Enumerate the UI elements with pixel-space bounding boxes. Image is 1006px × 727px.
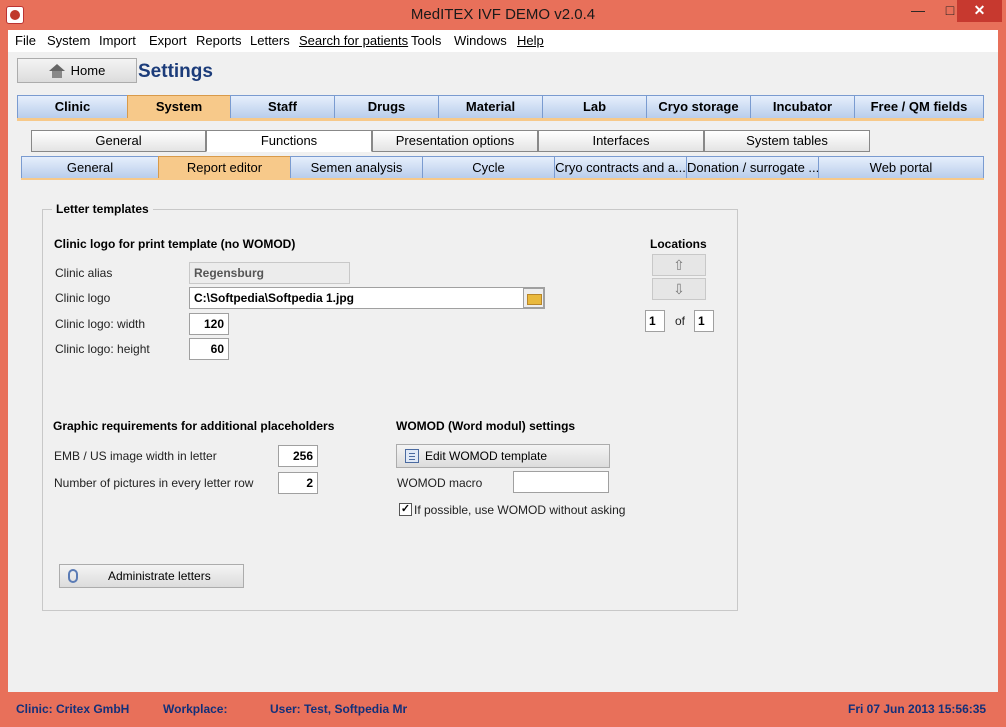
location-down-button[interactable]: ⇩ [652, 278, 706, 300]
tab-interfaces[interactable]: Interfaces [538, 130, 704, 152]
tab-general[interactable]: General [31, 130, 206, 152]
logo-section-title: Clinic logo for print template (no WOMOD… [54, 237, 296, 251]
edit-womod-template-label: Edit WOMOD template [425, 449, 548, 463]
womod-without-asking-checkbox[interactable]: ✓ [399, 503, 412, 516]
pictures-per-row-label: Number of pictures in every letter row [54, 476, 254, 490]
location-up-button[interactable]: ⇧ [652, 254, 706, 276]
administrate-letters-button[interactable]: Administrate letters [59, 564, 244, 588]
tab-general-functions[interactable]: General [21, 156, 159, 179]
locations-title: Locations [650, 237, 707, 251]
paperclip-icon [68, 569, 78, 583]
tab-drugs[interactable]: Drugs [334, 95, 439, 119]
home-button-label: Home [70, 63, 106, 78]
menu-search-for-patients[interactable]: Search for patients [299, 33, 408, 48]
womod-macro-label: WOMOD macro [397, 476, 483, 490]
location-current-field[interactable]: 1 [645, 310, 665, 332]
menu-export[interactable]: Export [149, 33, 187, 48]
status-user: User: Test, Softpedia Mr [270, 702, 408, 716]
tab-clinic[interactable]: Clinic [17, 95, 128, 119]
menu-system[interactable]: System [47, 33, 90, 48]
main-tab-bar: Clinic System Staff Drugs Material Lab C… [17, 95, 984, 119]
tab-presentation-options[interactable]: Presentation options [372, 130, 538, 152]
clinic-alias-field: Regensburg [189, 262, 350, 284]
logo-height-field[interactable]: 60 [189, 338, 229, 360]
emb-width-label: EMB / US image width in letter [54, 449, 217, 463]
status-datetime: Fri 07 Jun 2013 15:56:35 [848, 702, 987, 716]
tab-web-portal[interactable]: Web portal [818, 156, 984, 179]
tab-cycle[interactable]: Cycle [422, 156, 555, 179]
status-workplace: Workplace: [163, 702, 228, 716]
menu-help[interactable]: Help [517, 33, 544, 48]
status-bar: Clinic: Critex GmbH Workplace: User: Tes… [8, 692, 998, 720]
tab-material[interactable]: Material [438, 95, 543, 119]
pictures-per-row-field[interactable]: 2 [278, 472, 318, 494]
home-icon [48, 63, 65, 78]
letter-templates-title: Letter templates [52, 202, 153, 216]
client-area: Home Settings Clinic System Staff Drugs … [8, 52, 998, 692]
tab-free-qm-fields[interactable]: Free / QM fields [854, 95, 984, 119]
app-window: MedITEX IVF DEMO v2.0.4 — □ ✕ File Syste… [0, 0, 1006, 727]
page-title: Settings [138, 61, 213, 82]
letter-templates-group [42, 209, 738, 611]
close-button[interactable]: ✕ [957, 0, 1002, 22]
tab-functions[interactable]: Functions [206, 130, 372, 152]
emb-width-field[interactable]: 256 [278, 445, 318, 467]
status-clinic: Clinic: Critex GmbH [16, 702, 130, 716]
tab-staff[interactable]: Staff [230, 95, 335, 119]
graphic-requirements-title: Graphic requirements for additional plac… [53, 419, 335, 433]
tab-semen-analysis[interactable]: Semen analysis [290, 156, 423, 179]
tab-cryo-storage[interactable]: Cryo storage [646, 95, 751, 119]
womod-without-asking-label: If possible, use WOMOD without asking [414, 503, 626, 517]
tab-cryo-contracts[interactable]: Cryo contracts and a... [554, 156, 687, 179]
minimize-button[interactable]: — [902, 0, 934, 22]
logo-height-label: Clinic logo: height [55, 342, 150, 356]
edit-womod-template-button[interactable]: Edit WOMOD template [396, 444, 610, 468]
browse-folder-icon[interactable] [523, 288, 544, 308]
clinic-logo-label: Clinic logo [55, 291, 111, 305]
tab-report-editor[interactable]: Report editor [158, 156, 291, 179]
tab-donation-surrogate[interactable]: Donation / surrogate ... [686, 156, 819, 179]
menu-letters[interactable]: Letters [250, 33, 290, 48]
window-title: MedITEX IVF DEMO v2.0.4 [410, 6, 596, 23]
menu-tools[interactable]: Tools [411, 33, 441, 48]
sub-tab-bar: General Functions Presentation options I… [21, 130, 871, 152]
clinic-logo-path-field[interactable]: C:\Softpedia\Softpedia 1.jpg [189, 287, 545, 309]
clinic-alias-label: Clinic alias [55, 266, 113, 280]
menu-bar: File System Import Export Reports Letter… [8, 30, 998, 52]
menu-reports[interactable]: Reports [196, 33, 242, 48]
womod-settings-title: WOMOD (Word modul) settings [396, 419, 576, 433]
location-of-label: of [675, 314, 686, 328]
tab-system-tables[interactable]: System tables [704, 130, 870, 152]
location-total-field: 1 [694, 310, 714, 332]
home-button[interactable]: Home [17, 58, 137, 83]
womod-macro-field[interactable] [513, 471, 609, 493]
logo-width-label: Clinic logo: width [55, 317, 146, 331]
function-tab-bar: General Report editor Semen analysis Cyc… [21, 156, 984, 179]
edit-template-icon [405, 449, 419, 463]
function-tab-underline [21, 178, 984, 180]
tab-lab[interactable]: Lab [542, 95, 647, 119]
administrate-letters-label: Administrate letters [108, 569, 211, 583]
tab-system[interactable]: System [127, 95, 231, 119]
logo-width-field[interactable]: 120 [189, 313, 229, 335]
menu-import[interactable]: Import [99, 33, 136, 48]
title-bar: MedITEX IVF DEMO v2.0.4 — □ ✕ [0, 0, 1006, 30]
menu-windows[interactable]: Windows [454, 33, 507, 48]
menu-file[interactable]: File [15, 33, 36, 48]
tab-incubator[interactable]: Incubator [750, 95, 855, 119]
main-tab-underline [17, 118, 984, 121]
